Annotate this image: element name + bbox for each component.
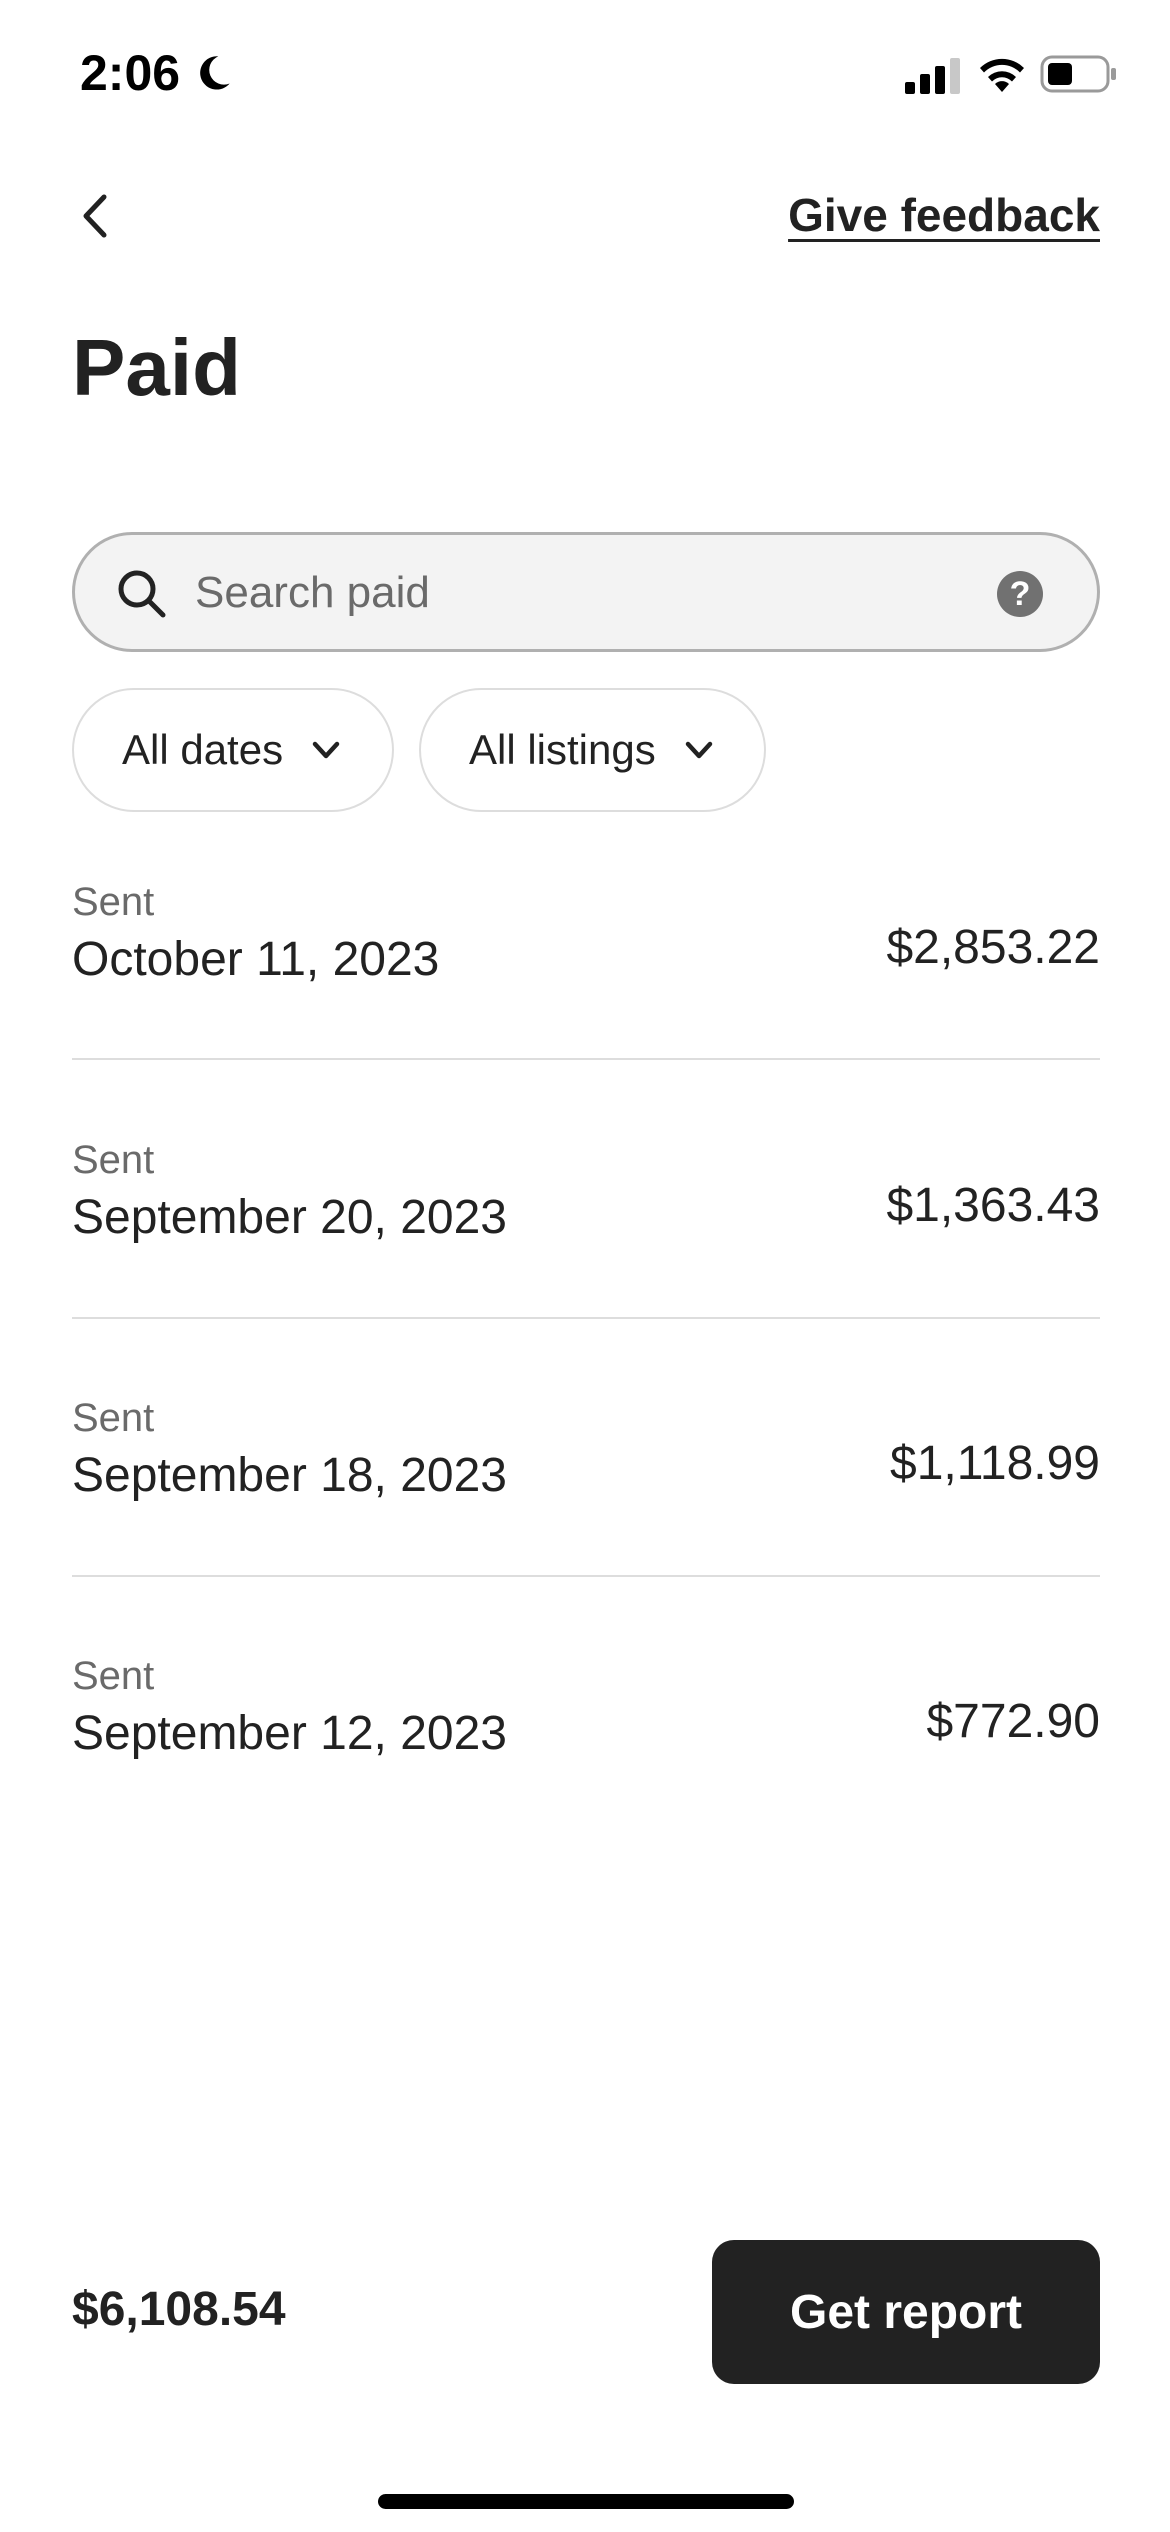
total-paid-amount: $6,108.54 [72, 2283, 286, 2336]
search-icon [118, 570, 166, 618]
payout-row[interactable]: Sent October 11, 2023 $2,853.22 [72, 880, 1100, 1142]
payout-date: September 18, 2023 [72, 1449, 507, 1502]
help-icon[interactable]: ? [997, 571, 1043, 617]
payout-row[interactable]: Sent September 12, 2023 $772.90 [72, 1654, 1100, 1916]
payout-amount: $772.90 [926, 1695, 1100, 1748]
cellular-signal-icon [905, 58, 960, 94]
paid-payouts-screen: 2:06 Give feedback Paid Search paid ? Al… [0, 0, 1170, 2532]
filter-label: All dates [122, 726, 284, 773]
payout-row[interactable]: Sent September 20, 2023 $1,363.43 [72, 1138, 1100, 1400]
payout-status: Sent [72, 880, 155, 924]
payout-date: September 20, 2023 [72, 1191, 507, 1244]
filter-all-dates[interactable]: All dates [72, 688, 394, 812]
chevron-down-icon [312, 741, 340, 759]
give-feedback-link[interactable]: Give feedback [788, 188, 1100, 242]
divider [72, 1058, 1100, 1060]
search-input[interactable] [195, 557, 955, 629]
payout-amount: $1,363.43 [886, 1179, 1100, 1232]
payout-amount: $1,118.99 [890, 1437, 1100, 1490]
payout-row[interactable]: Sent September 18, 2023 $1,118.99 [72, 1396, 1100, 1658]
chevron-left-icon [83, 194, 107, 238]
filter-all-listings[interactable]: All listings [419, 688, 766, 812]
wifi-icon [980, 58, 1024, 92]
status-bar: 2:06 [0, 0, 1170, 150]
divider [72, 1317, 1100, 1319]
payout-amount: $2,853.22 [886, 921, 1100, 974]
chevron-down-icon [685, 741, 712, 759]
home-indicator[interactable] [378, 2494, 794, 2509]
payout-status: Sent [72, 1138, 155, 1182]
get-report-button[interactable]: Get report [712, 2240, 1100, 2384]
moon-icon [200, 56, 230, 90]
back-button[interactable] [60, 180, 132, 252]
page-title: Paid [72, 323, 241, 412]
payout-status: Sent [72, 1396, 155, 1440]
payout-date: September 12, 2023 [72, 1707, 507, 1760]
battery-icon [1040, 55, 1116, 93]
payout-date: October 11, 2023 [72, 933, 440, 986]
search-bar[interactable]: ? [72, 532, 1100, 652]
status-time: 2:06 [80, 45, 181, 101]
filter-label: All listings [469, 726, 656, 773]
divider [72, 1575, 1100, 1577]
payout-status: Sent [72, 1654, 155, 1698]
